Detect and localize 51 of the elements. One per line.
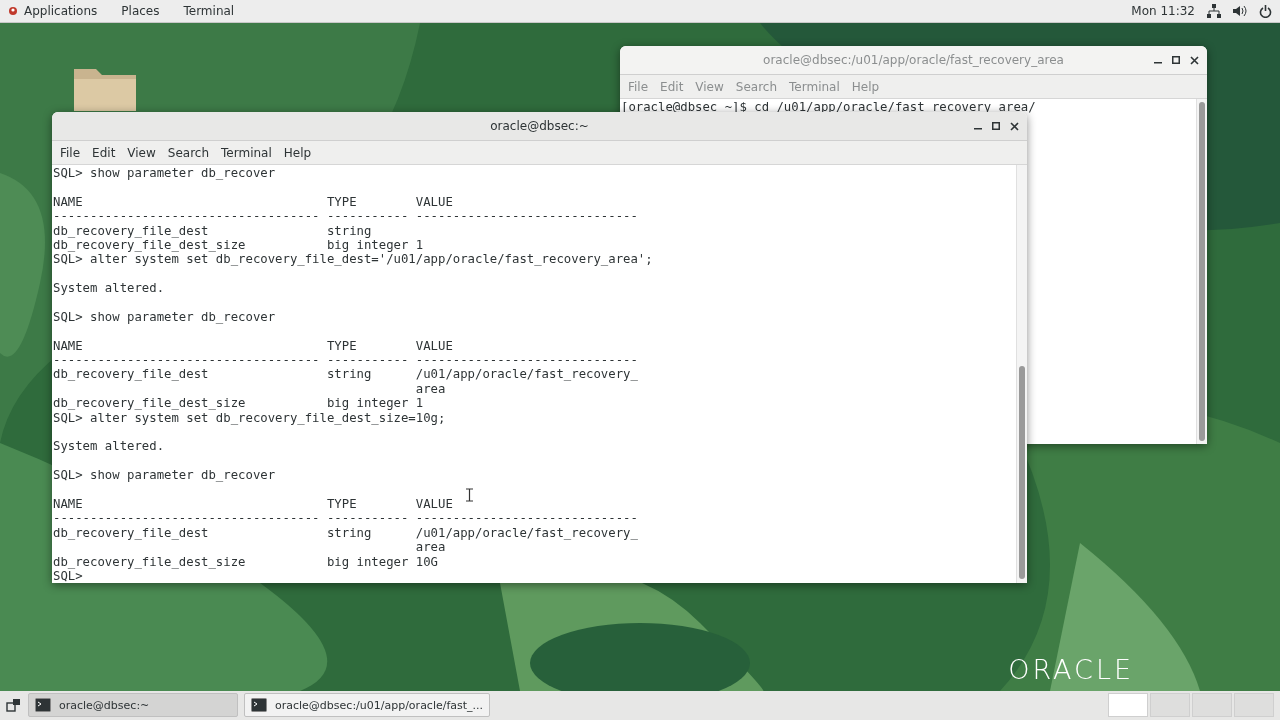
terminal-line: SQL> show parameter db_recover	[53, 309, 277, 325]
terminal-line: db_recovery_file_dest_size big integer 10G	[53, 554, 439, 569]
close-icon[interactable]	[1010, 121, 1019, 131]
terminal-line: SQL>	[53, 568, 83, 583]
terminal-line: SQL> alter system set db_recovery_file_dest_size=10g;	[53, 410, 447, 426]
scrollbar[interactable]	[1016, 165, 1027, 583]
terminal-line: db_recovery_file_dest string	[53, 223, 373, 238]
terminal-line: db_recovery_file_dest string /u01/app/oracle/fast_recovery_	[53, 525, 639, 541]
terminal-line: System altered.	[53, 439, 166, 454]
show-desktop-icon[interactable]	[6, 697, 22, 713]
top-menu[interactable]: Applications	[8, 4, 98, 18]
terminal-line: NAME TYPE VALUE	[53, 194, 454, 210]
terminal-icon	[251, 698, 267, 712]
clock[interactable]: Mon 11:32	[1131, 4, 1195, 18]
terminal-line: area	[414, 381, 447, 397]
scrollbar[interactable]	[1196, 99, 1207, 444]
menu-item[interactable]: Search	[161, 145, 216, 160]
top-menu[interactable]: Terminal	[183, 4, 235, 18]
network-icon[interactable]	[1207, 4, 1221, 18]
maximize-icon[interactable]	[1172, 56, 1180, 64]
maximize-icon[interactable]	[992, 122, 1000, 130]
terminal-line: db_recovery_file_dest_size big integer 1	[53, 237, 425, 253]
terminal-line: ------------------------------------ ----------- ------------------------------	[53, 353, 639, 368]
terminal-line: System altered.	[53, 281, 166, 296]
menu-item[interactable]: View	[121, 145, 162, 160]
taskbar-button[interactable]: oracle@dbsec:~	[28, 693, 238, 717]
close-icon[interactable]	[1190, 55, 1199, 65]
menu-item[interactable]: File	[54, 145, 87, 160]
volume-icon[interactable]	[1233, 5, 1247, 17]
text-cursor-icon	[466, 488, 473, 502]
window-title: oracle@dbsec:/u01/app/oracle/fast_recovery_area	[763, 53, 1064, 67]
terminal-line: ------------------------------------ ----------- ------------------------------	[53, 209, 639, 224]
terminal-line: SQL> alter system set db_recovery_file_dest='/u01/app/oracle/fast_recovery_area';	[53, 252, 654, 267]
menu-item[interactable]: Edit	[86, 145, 122, 160]
terminal-line: NAME TYPE VALUE	[53, 497, 454, 512]
window-title: oracle@dbsec:~	[490, 119, 589, 133]
menu-item[interactable]: Help	[277, 145, 318, 160]
terminal-line: db_recovery_file_dest_size big integer 1	[53, 396, 425, 411]
terminal-line: ------------------------------------ ----------- ------------------------------	[53, 511, 639, 526]
terminal-line: SQL> show parameter db_recover	[53, 166, 277, 181]
taskbar-button[interactable]: oracle@dbsec:/u01/app/oracle/fast_...	[244, 693, 491, 717]
terminal-line: SQL> show parameter db_recover	[53, 468, 277, 483]
apps-icon	[8, 6, 18, 16]
terminal-line: area	[414, 540, 447, 555]
terminal-icon	[35, 698, 51, 712]
terminal-line: NAME TYPE VALUE	[53, 338, 454, 354]
menu-item[interactable]: Terminal	[215, 145, 278, 160]
logo: ORACLE	[1008, 654, 1134, 685]
top-menu[interactable]: Places	[121, 4, 160, 18]
terminal-line: db_recovery_file_dest string /u01/app/oracle/fast_recovery_	[53, 367, 639, 382]
power-icon[interactable]	[1259, 4, 1272, 18]
